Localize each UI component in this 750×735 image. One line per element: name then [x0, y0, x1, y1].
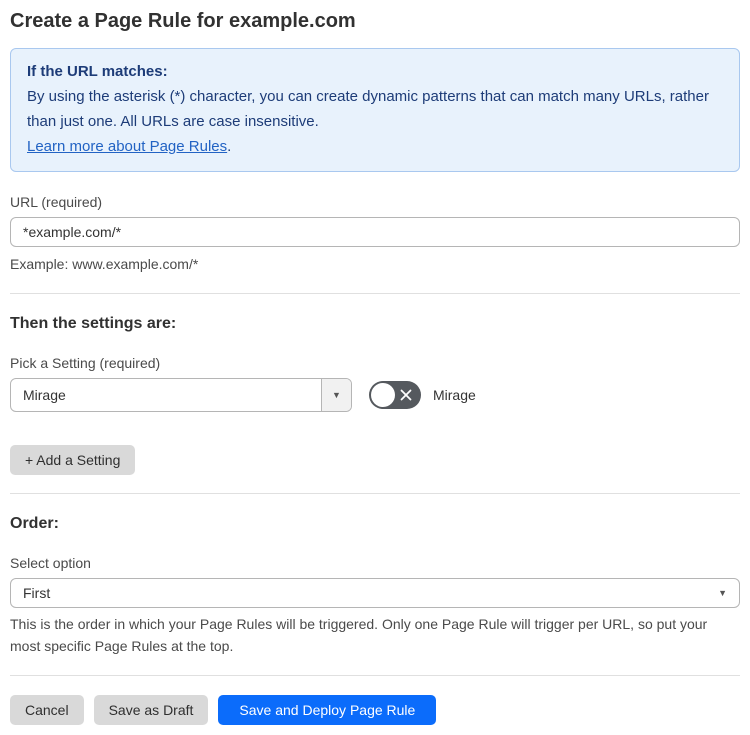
- link-period: .: [227, 138, 232, 155]
- setting-select[interactable]: Mirage ▼: [10, 378, 352, 412]
- order-select-value: First: [23, 585, 51, 601]
- info-box-link-line: Learn more about Page Rules.: [27, 134, 723, 159]
- url-matches-info-box: If the URL matches: By using the asteris…: [10, 48, 740, 172]
- url-example-helper: Example: www.example.com/*: [10, 256, 199, 272]
- info-box-body: By using the asterisk (*) character, you…: [27, 88, 709, 130]
- url-input[interactable]: [10, 217, 740, 247]
- page-title: Create a Page Rule for example.com: [10, 10, 356, 32]
- divider: [10, 493, 740, 494]
- mirage-toggle[interactable]: [369, 381, 421, 409]
- save-and-deploy-button[interactable]: Save and Deploy Page Rule: [218, 695, 437, 725]
- order-section-heading: Order:: [10, 515, 59, 532]
- divider: [10, 293, 740, 294]
- setting-row: Mirage ▼ Mirage: [10, 378, 740, 412]
- setting-select-value: Mirage: [23, 387, 66, 403]
- footer-actions: Cancel Save as Draft Save and Deploy Pag…: [10, 695, 740, 725]
- learn-more-link[interactable]: Learn more about Page Rules: [27, 138, 227, 155]
- settings-section-heading: Then the settings are:: [10, 315, 177, 332]
- order-select[interactable]: First ▼: [10, 578, 740, 608]
- save-as-draft-button[interactable]: Save as Draft: [93, 695, 209, 725]
- setting-select-dropdown-button[interactable]: ▼: [321, 379, 351, 411]
- divider: [10, 675, 740, 676]
- toggle-knob: [371, 383, 395, 407]
- cancel-button[interactable]: Cancel: [10, 695, 84, 725]
- chevron-down-icon: ▼: [332, 390, 341, 400]
- order-helper-text: This is the order in which your Page Rul…: [10, 616, 708, 654]
- toggle-off-x-icon: [400, 389, 412, 401]
- url-field-label: URL (required): [10, 194, 103, 210]
- toggle-setting-label: Mirage: [433, 387, 476, 403]
- chevron-down-icon: ▼: [718, 588, 727, 598]
- order-select-label: Select option: [10, 555, 91, 571]
- info-box-heading: If the URL matches:: [27, 63, 168, 80]
- add-setting-button[interactable]: + Add a Setting: [10, 445, 136, 475]
- setting-picker-label: Pick a Setting (required): [10, 355, 161, 371]
